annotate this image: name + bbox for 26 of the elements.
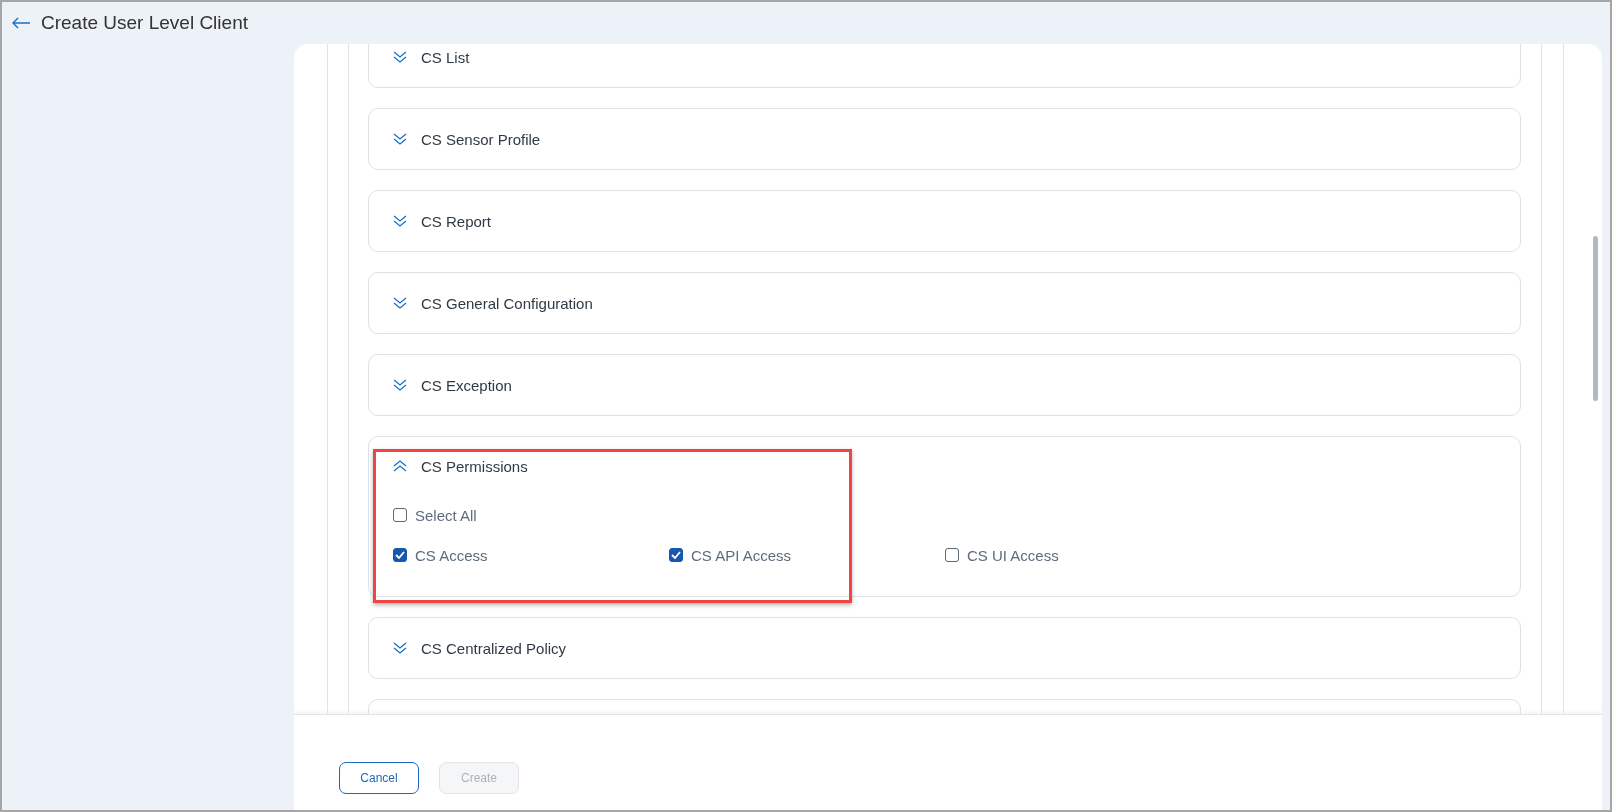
chevron-down-icon[interactable] bbox=[393, 642, 407, 654]
checkbox-label: CS Access bbox=[415, 546, 488, 564]
section-title[interactable]: CS Exception bbox=[421, 376, 512, 394]
checkbox[interactable] bbox=[669, 548, 683, 562]
chevron-down-icon[interactable] bbox=[393, 51, 407, 63]
section-title[interactable]: CS Centralized Policy bbox=[421, 639, 567, 657]
section-title[interactable]: CS Permissions bbox=[421, 457, 528, 475]
checkbox[interactable] bbox=[945, 548, 959, 562]
checkbox-label: CS API Access bbox=[691, 546, 792, 564]
chevron-down-icon[interactable] bbox=[393, 133, 407, 145]
checkbox[interactable] bbox=[393, 508, 407, 522]
back-arrow-icon[interactable] bbox=[11, 17, 31, 29]
chevron-down-icon[interactable] bbox=[393, 215, 407, 227]
checkbox-label: Select All bbox=[415, 506, 477, 524]
checkbox-label: CS UI Access bbox=[967, 546, 1059, 564]
section-title[interactable]: CS General Configuration bbox=[421, 294, 593, 312]
checkbox[interactable] bbox=[393, 548, 407, 562]
cancel-button[interactable]: Cancel bbox=[339, 762, 419, 794]
chevron-up-icon[interactable] bbox=[393, 460, 407, 472]
section-title[interactable]: CS Sensor Profile bbox=[421, 130, 541, 148]
page-title: Create User Level Client bbox=[41, 12, 248, 34]
section-title[interactable]: CS List bbox=[421, 48, 470, 66]
section-title[interactable]: CS Report bbox=[421, 212, 492, 230]
chevron-down-icon[interactable] bbox=[393, 379, 407, 391]
scrollbar-thumb[interactable] bbox=[1593, 236, 1598, 401]
chevron-down-icon[interactable] bbox=[393, 297, 407, 309]
